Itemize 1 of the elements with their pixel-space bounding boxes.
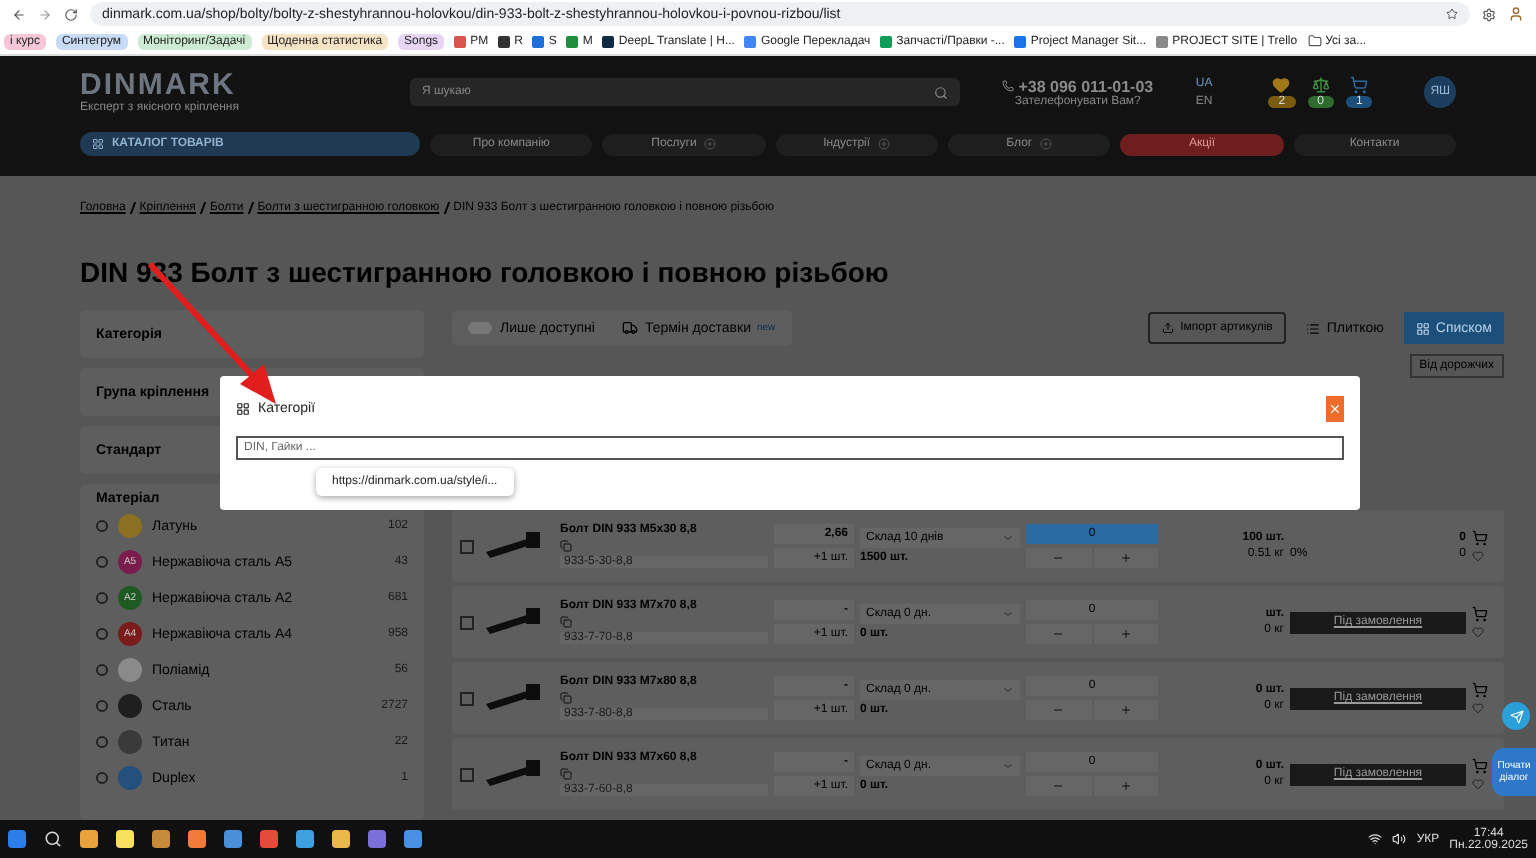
new-label: new [756, 322, 776, 334]
